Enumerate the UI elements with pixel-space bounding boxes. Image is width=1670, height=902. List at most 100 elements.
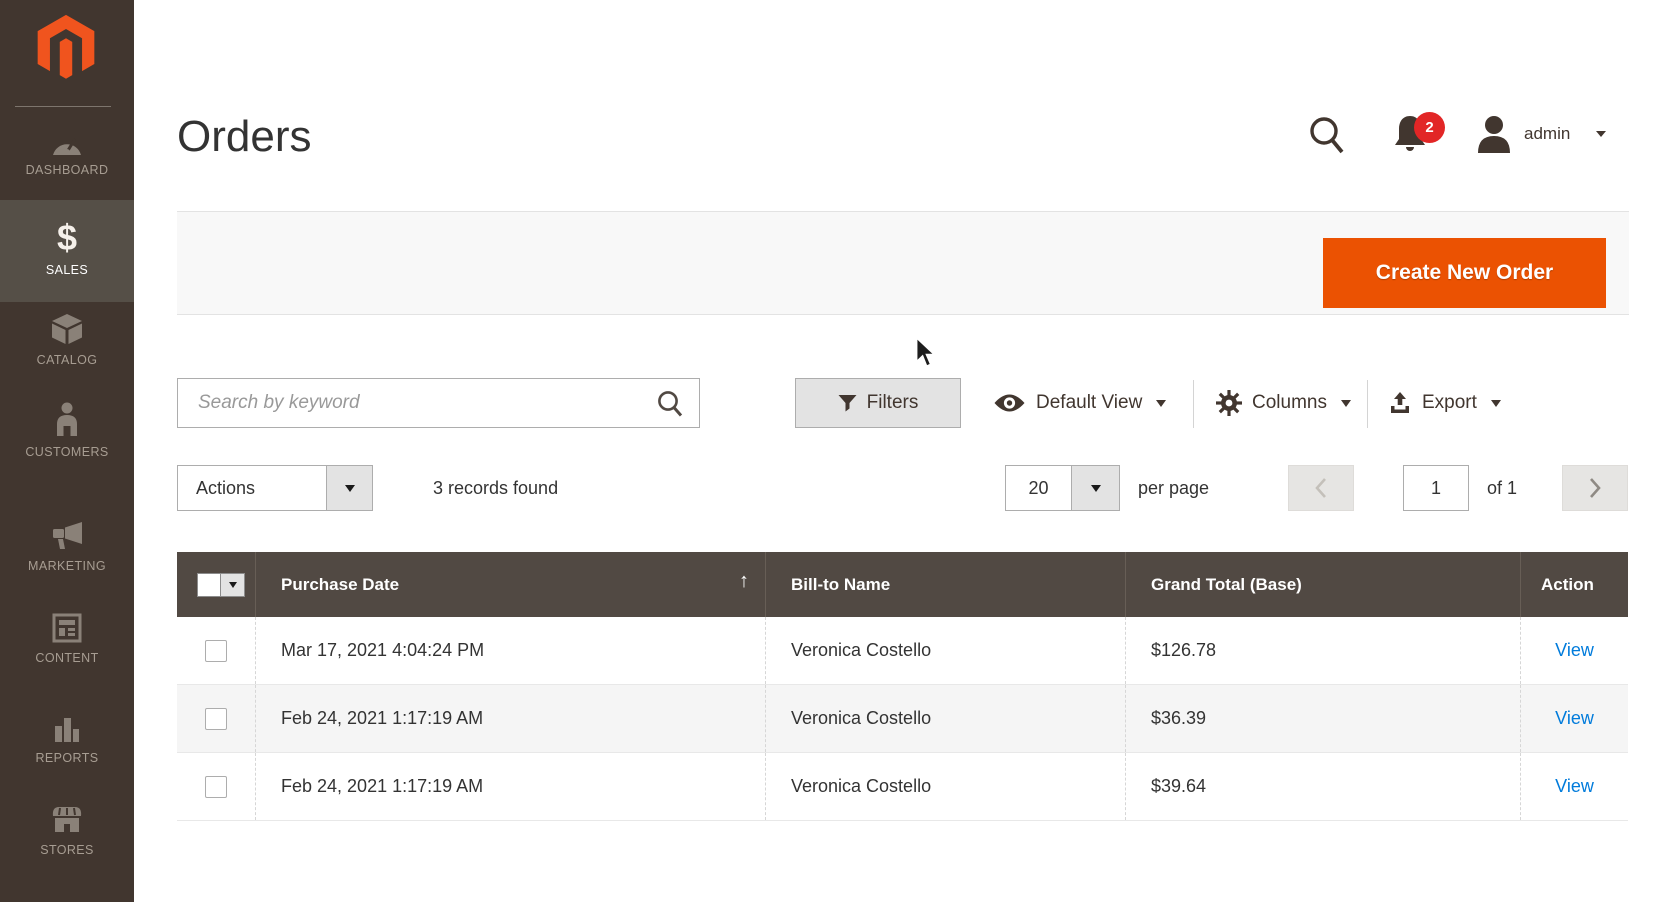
create-new-order-button[interactable]: Create New Order [1323,238,1606,308]
chevron-down-icon [1340,399,1351,407]
row-checkbox[interactable] [205,707,227,730]
per-page-label: per page [1138,478,1210,498]
sidebar-item-customers[interactable]: CUSTOMERS [0,400,134,459]
chevron-down-icon [1156,399,1167,407]
chevron-down-icon [1090,484,1101,492]
storefront-icon [0,798,134,836]
table-row: Mar 17, 2021 4:04:24 PM Veronica Costell… [177,617,1628,685]
filters-button[interactable]: Filters [795,378,961,428]
page-title: Orders [177,112,312,161]
global-search-button[interactable] [1306,114,1348,163]
bar-chart-icon [0,706,134,744]
orders-page: DASHBOARD $ SALES CATALOG CUSTOMERS MARK… [0,0,1670,902]
chevron-down-icon [344,484,355,492]
chevron-down-icon[interactable] [1596,131,1606,137]
sidebar-item-content[interactable]: CONTENT [0,606,134,665]
mouse-cursor [912,335,938,375]
chevron-right-icon [1590,478,1601,498]
export-control[interactable]: Export [1388,378,1501,428]
columns-label: Columns [1252,392,1327,413]
per-page-dropdown[interactable]: 20 [1005,465,1120,511]
previous-page-button[interactable] [1288,465,1354,511]
table-header-row: Purchase Date ↑ Bill-to Name Grand Total… [177,552,1628,617]
select-all-checkbox[interactable] [197,572,221,597]
columns-control[interactable]: Columns [1216,378,1351,428]
sidebar-item-reports[interactable]: REPORTS [0,706,134,765]
sidebar-item-label: CONTENT [35,651,99,665]
admin-user-name[interactable]: admin [1524,124,1570,144]
select-all-caret[interactable] [221,572,245,597]
sort-ascending-icon: ↑ [739,570,749,592]
sidebar-item-label: STORES [40,843,94,857]
table-row: Feb 24, 2021 1:17:19 AM Veronica Costell… [177,685,1628,753]
user-icon [1478,116,1510,153]
cell-bill-to-name: Veronica Costello [765,753,1125,820]
view-order-link[interactable]: View [1555,640,1594,661]
sidebar-item-label: CATALOG [36,353,98,367]
sidebar: DASHBOARD $ SALES CATALOG CUSTOMERS MARK… [0,0,134,902]
sidebar-item-sales[interactable]: $ SALES [0,200,134,302]
column-header-bill-to-name[interactable]: Bill-to Name [765,552,1125,617]
actions-dropdown-value: Actions [177,465,327,511]
cell-purchase-date: Feb 24, 2021 1:17:19 AM [255,753,765,820]
column-header-grand-total[interactable]: Grand Total (Base) [1125,552,1520,617]
admin-user-button[interactable] [1474,113,1514,160]
orders-table: Purchase Date ↑ Bill-to Name Grand Total… [177,552,1628,821]
dollar-icon: $ [56,217,78,258]
column-header-action: Action [1520,552,1628,617]
actions-dropdown[interactable]: Actions [177,465,373,511]
person-icon [0,400,134,438]
sidebar-item-stores[interactable]: STORES [0,798,134,857]
sidebar-item-label: REPORTS [35,751,99,765]
chevron-left-icon [1315,478,1326,498]
search-icon[interactable] [655,389,685,424]
filters-label: Filters [866,392,919,413]
sidebar-item-marketing[interactable]: MARKETING [0,514,134,573]
sidebar-item-catalog[interactable]: CATALOG [0,308,134,367]
table-row: Feb 24, 2021 1:17:19 AM Veronica Costell… [177,753,1628,821]
select-all-control[interactable] [197,572,245,597]
per-page-caret[interactable] [1072,465,1120,511]
select-all-header [177,552,255,617]
default-view-label: Default View [1036,392,1143,413]
search-icon [1310,117,1344,154]
search-input[interactable] [196,379,640,427]
sidebar-divider [15,106,111,107]
export-label: Export [1422,392,1477,413]
row-checkbox[interactable] [205,639,227,662]
cell-bill-to-name: Veronica Costello [765,685,1125,752]
cell-purchase-date: Mar 17, 2021 4:04:24 PM [255,617,765,684]
gear-icon [1216,390,1242,416]
per-page-value: 20 [1005,465,1072,511]
page-of-label: of 1 [1487,478,1518,498]
chevron-down-icon [1490,399,1501,407]
cell-purchase-date: Feb 24, 2021 1:17:19 AM [255,685,765,752]
sidebar-item-label: MARKETING [28,559,106,573]
sidebar-item-dashboard[interactable]: DASHBOARD [0,118,134,177]
column-header-purchase-date[interactable]: Purchase Date ↑ [255,552,765,617]
cell-grand-total: $39.64 [1125,753,1520,820]
cell-bill-to-name: Veronica Costello [765,617,1125,684]
cell-grand-total: $126.78 [1125,617,1520,684]
view-order-link[interactable]: View [1555,776,1594,797]
megaphone-icon [0,514,134,552]
next-page-button[interactable] [1562,465,1628,511]
magento-logo-icon [37,14,95,79]
dashboard-gauge-icon [0,118,134,156]
view-order-link[interactable]: View [1555,708,1594,729]
actions-dropdown-caret[interactable] [327,465,373,511]
current-page-input[interactable] [1403,465,1469,511]
cell-grand-total: $36.39 [1125,685,1520,752]
toolbar-separator [1193,380,1194,428]
notification-count-badge: 2 [1414,112,1445,143]
magento-logo[interactable] [33,13,99,81]
export-icon [1391,392,1409,413]
layout-icon [0,606,134,644]
row-checkbox[interactable] [205,775,227,798]
keyword-search-box [177,378,700,428]
box-icon [0,308,134,346]
default-view-control[interactable]: Default View [993,378,1167,428]
funnel-icon [838,394,857,411]
sidebar-item-label: DASHBOARD [25,163,109,177]
sidebar-item-label: SALES [45,263,89,277]
